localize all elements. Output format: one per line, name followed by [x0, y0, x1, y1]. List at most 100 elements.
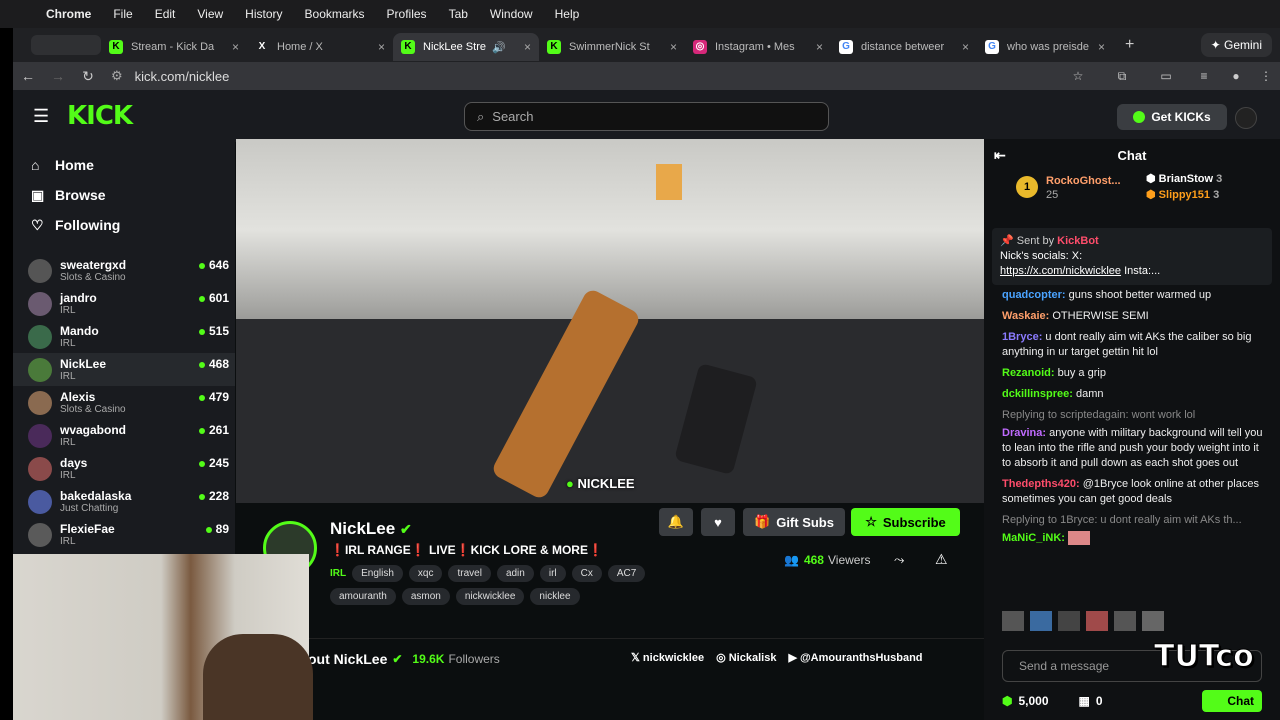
- tab-group-chip[interactable]: [31, 35, 101, 55]
- leader-row[interactable]: ⬢ BrianStow 3: [1146, 172, 1222, 185]
- tab-instagram[interactable]: ◎ Instagram • Mes ×: [685, 33, 831, 61]
- menu-bookmarks[interactable]: Bookmarks: [305, 7, 365, 21]
- tag[interactable]: xqc: [408, 565, 443, 582]
- social-youtube[interactable]: ▶ @AmouranthsHusband: [788, 651, 922, 664]
- menu-window[interactable]: Window: [490, 7, 533, 21]
- pinned-message[interactable]: 📌 Sent by KickBot Nick's socials: X: htt…: [992, 228, 1272, 285]
- close-icon[interactable]: ×: [524, 40, 531, 54]
- menu-file[interactable]: File: [113, 7, 132, 21]
- search-input[interactable]: ⌕ Search: [464, 102, 829, 131]
- notification-bell-button[interactable]: 🔔: [659, 508, 693, 536]
- gemini-button[interactable]: ✦ Gemini: [1200, 33, 1272, 57]
- social-instagram[interactable]: ◎ Nickalisk: [716, 651, 776, 664]
- menu-edit[interactable]: Edit: [155, 7, 176, 21]
- report-icon[interactable]: ⚠: [935, 551, 948, 568]
- profile-avatar-icon[interactable]: ●: [1220, 69, 1252, 83]
- channel-item[interactable]: FlexieFae IRL 89: [13, 518, 235, 551]
- streamer-name[interactable]: NickLee ✔: [330, 519, 412, 539]
- chat-username[interactable]: dckillinspree:: [1002, 388, 1073, 400]
- tag[interactable]: irl: [539, 565, 566, 582]
- menu-tab[interactable]: Tab: [449, 7, 468, 21]
- pinned-link[interactable]: https://x.com/nickwicklee: [1000, 265, 1121, 277]
- video-player[interactable]: ● NICKLEE: [236, 139, 984, 503]
- chat-username[interactable]: Rezanoid:: [1002, 367, 1055, 379]
- collapse-chat-icon[interactable]: ⇤: [994, 147, 1006, 164]
- reload-icon[interactable]: ↻: [73, 68, 103, 85]
- chat-username[interactable]: Thedepths420:: [1002, 478, 1080, 490]
- tag[interactable]: travel: [448, 565, 491, 582]
- chat-username[interactable]: Dravina:: [1002, 427, 1046, 439]
- channel-item[interactable]: jandro IRL 601: [13, 287, 235, 320]
- tag[interactable]: AC7: [607, 565, 646, 582]
- tab-swimmernick[interactable]: K SwimmerNick St ×: [539, 33, 685, 61]
- menu-view[interactable]: View: [197, 7, 223, 21]
- menu-history[interactable]: History: [245, 7, 282, 21]
- site-info-icon[interactable]: ⚙: [111, 68, 123, 84]
- social-x[interactable]: 𝕏 nickwicklee: [631, 651, 704, 664]
- get-kicks-button[interactable]: Get KICKs: [1117, 104, 1227, 130]
- tab-home-x[interactable]: X Home / X ×: [247, 33, 393, 61]
- channel-item[interactable]: NickLee IRL 468: [13, 353, 235, 386]
- tag[interactable]: nickwicklee: [455, 588, 525, 605]
- user-avatar[interactable]: [1235, 107, 1257, 129]
- address-bar[interactable]: ⚙ kick.com/nicklee: [111, 64, 1056, 88]
- emote-icon[interactable]: [1058, 611, 1080, 631]
- tag[interactable]: adin: [496, 565, 534, 582]
- bookmark-star-icon[interactable]: ☆: [1056, 69, 1100, 83]
- channel-points[interactable]: ⬢ 5,000 ▦ 0: [1002, 694, 1103, 708]
- channel-item[interactable]: days IRL 245: [13, 452, 235, 485]
- close-icon[interactable]: ×: [232, 40, 239, 54]
- emote-icon[interactable]: [1030, 611, 1052, 631]
- category-link[interactable]: IRL: [330, 565, 346, 582]
- tag[interactable]: English: [352, 565, 403, 582]
- chat-username[interactable]: MaNiC_iNK:: [1002, 532, 1065, 544]
- sidebar-item-browse[interactable]: ▣ Browse: [13, 180, 235, 210]
- tag[interactable]: nicklee: [530, 588, 580, 605]
- close-icon[interactable]: ×: [962, 40, 969, 54]
- close-icon[interactable]: ×: [1098, 40, 1105, 54]
- leader-row[interactable]: ⬢ Slippy151 3: [1146, 188, 1219, 201]
- menu-profiles[interactable]: Profiles: [387, 7, 427, 21]
- media-icon[interactable]: ≡: [1188, 69, 1220, 83]
- share-icon[interactable]: ⤳: [894, 552, 904, 568]
- kebab-menu-icon[interactable]: ⋮: [1252, 69, 1280, 83]
- tab-president[interactable]: Gwho was preisde ×: [977, 33, 1113, 61]
- tag[interactable]: Cx: [571, 565, 602, 582]
- emote-icon[interactable]: [1086, 611, 1108, 631]
- sidebar-item-home[interactable]: ⌂ Home: [13, 150, 235, 180]
- hamburger-icon[interactable]: ☰: [33, 106, 53, 127]
- emote-icon[interactable]: [1002, 611, 1024, 631]
- close-icon[interactable]: ×: [378, 40, 385, 54]
- channel-item[interactable]: wvagabond IRL 261: [13, 419, 235, 452]
- follow-button[interactable]: ♥: [701, 508, 735, 536]
- new-tab-icon[interactable]: +: [1125, 36, 1134, 54]
- back-icon[interactable]: ←: [13, 68, 43, 84]
- channel-item[interactable]: bakedalaska Just Chatting 228: [13, 485, 235, 518]
- sidebar-item-following[interactable]: ♡ Following: [13, 210, 235, 240]
- subscribe-button[interactable]: ☆ Subscribe: [851, 508, 960, 536]
- menu-chrome[interactable]: Chrome: [46, 7, 91, 21]
- tab-distance[interactable]: Gdistance betweer ×: [831, 33, 977, 61]
- speaker-icon[interactable]: 🔊: [492, 41, 506, 54]
- tag[interactable]: asmon: [401, 588, 450, 605]
- channel-item[interactable]: Alexis Slots & Casino 479: [13, 386, 235, 419]
- chat-username[interactable]: quadcopter:: [1002, 289, 1066, 301]
- reply-context[interactable]: Replying to scriptedagain: wont work lol: [984, 405, 1264, 423]
- extensions-icon[interactable]: ⧉: [1100, 69, 1144, 84]
- forward-icon[interactable]: →: [43, 68, 73, 84]
- kick-logo[interactable]: KICK: [67, 101, 133, 131]
- tab-stream-kick[interactable]: K Stream - Kick Da ×: [101, 33, 247, 61]
- gift-subs-button[interactable]: 🎁 Gift Subs: [743, 508, 845, 536]
- send-chat-button[interactable]: Chat: [1202, 690, 1262, 712]
- menu-help[interactable]: Help: [555, 7, 580, 21]
- cast-icon[interactable]: ▭: [1144, 69, 1188, 83]
- close-icon[interactable]: ×: [816, 40, 823, 54]
- chat-username[interactable]: 1Bryce:: [1002, 331, 1042, 343]
- leader-name[interactable]: RockoGhost...: [1046, 175, 1121, 187]
- tab-nicklee[interactable]: K NickLee Stre 🔊 ×: [393, 33, 539, 61]
- chat-username[interactable]: Waskaie:: [1002, 310, 1049, 322]
- tag[interactable]: amouranth: [330, 588, 396, 605]
- reply-context[interactable]: Replying to 1Bryce: u dont really aim wi…: [984, 510, 1264, 528]
- emote-icon[interactable]: [1142, 611, 1164, 631]
- channel-item[interactable]: sweatergxd Slots & Casino 646: [13, 254, 235, 287]
